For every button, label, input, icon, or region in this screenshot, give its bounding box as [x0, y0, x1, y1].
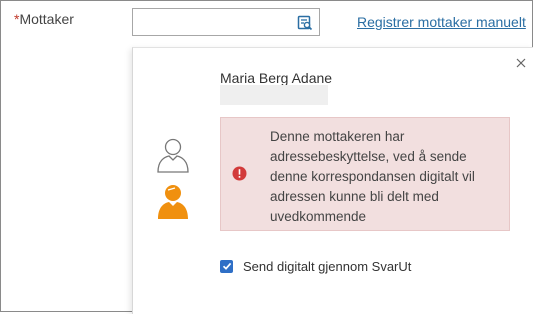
checkmark-icon [222, 262, 231, 270]
address-protection-warning: Denne mottakeren har adressebeskyttelse,… [220, 117, 510, 231]
person-outline-icon [157, 138, 189, 173]
warning-text: Denne mottakeren har adressebeskyttelse,… [270, 129, 475, 224]
address-book-search-icon[interactable] [297, 15, 313, 31]
recipient-field-label: *Mottaker [14, 11, 74, 27]
recipient-name: Maria Berg Adane [220, 70, 333, 86]
register-recipient-manually-link[interactable]: Registrer mottaker manuelt [357, 14, 526, 30]
redacted-address [220, 85, 328, 105]
recipient-search-input[interactable] [132, 8, 320, 36]
recipient-label-text: Mottaker [19, 11, 74, 27]
protected-person-icon [158, 185, 188, 219]
close-icon[interactable] [515, 57, 527, 69]
send-digitally-label: Send digitalt gjennom SvarUt [243, 258, 412, 274]
send-digitally-checkbox[interactable] [220, 259, 233, 273]
send-digitally-option[interactable]: Send digitalt gjennom SvarUt [220, 257, 411, 275]
alert-icon [232, 166, 247, 181]
recipient-popup: Maria Berg Adane Denne mottakeren har ad… [132, 47, 533, 314]
